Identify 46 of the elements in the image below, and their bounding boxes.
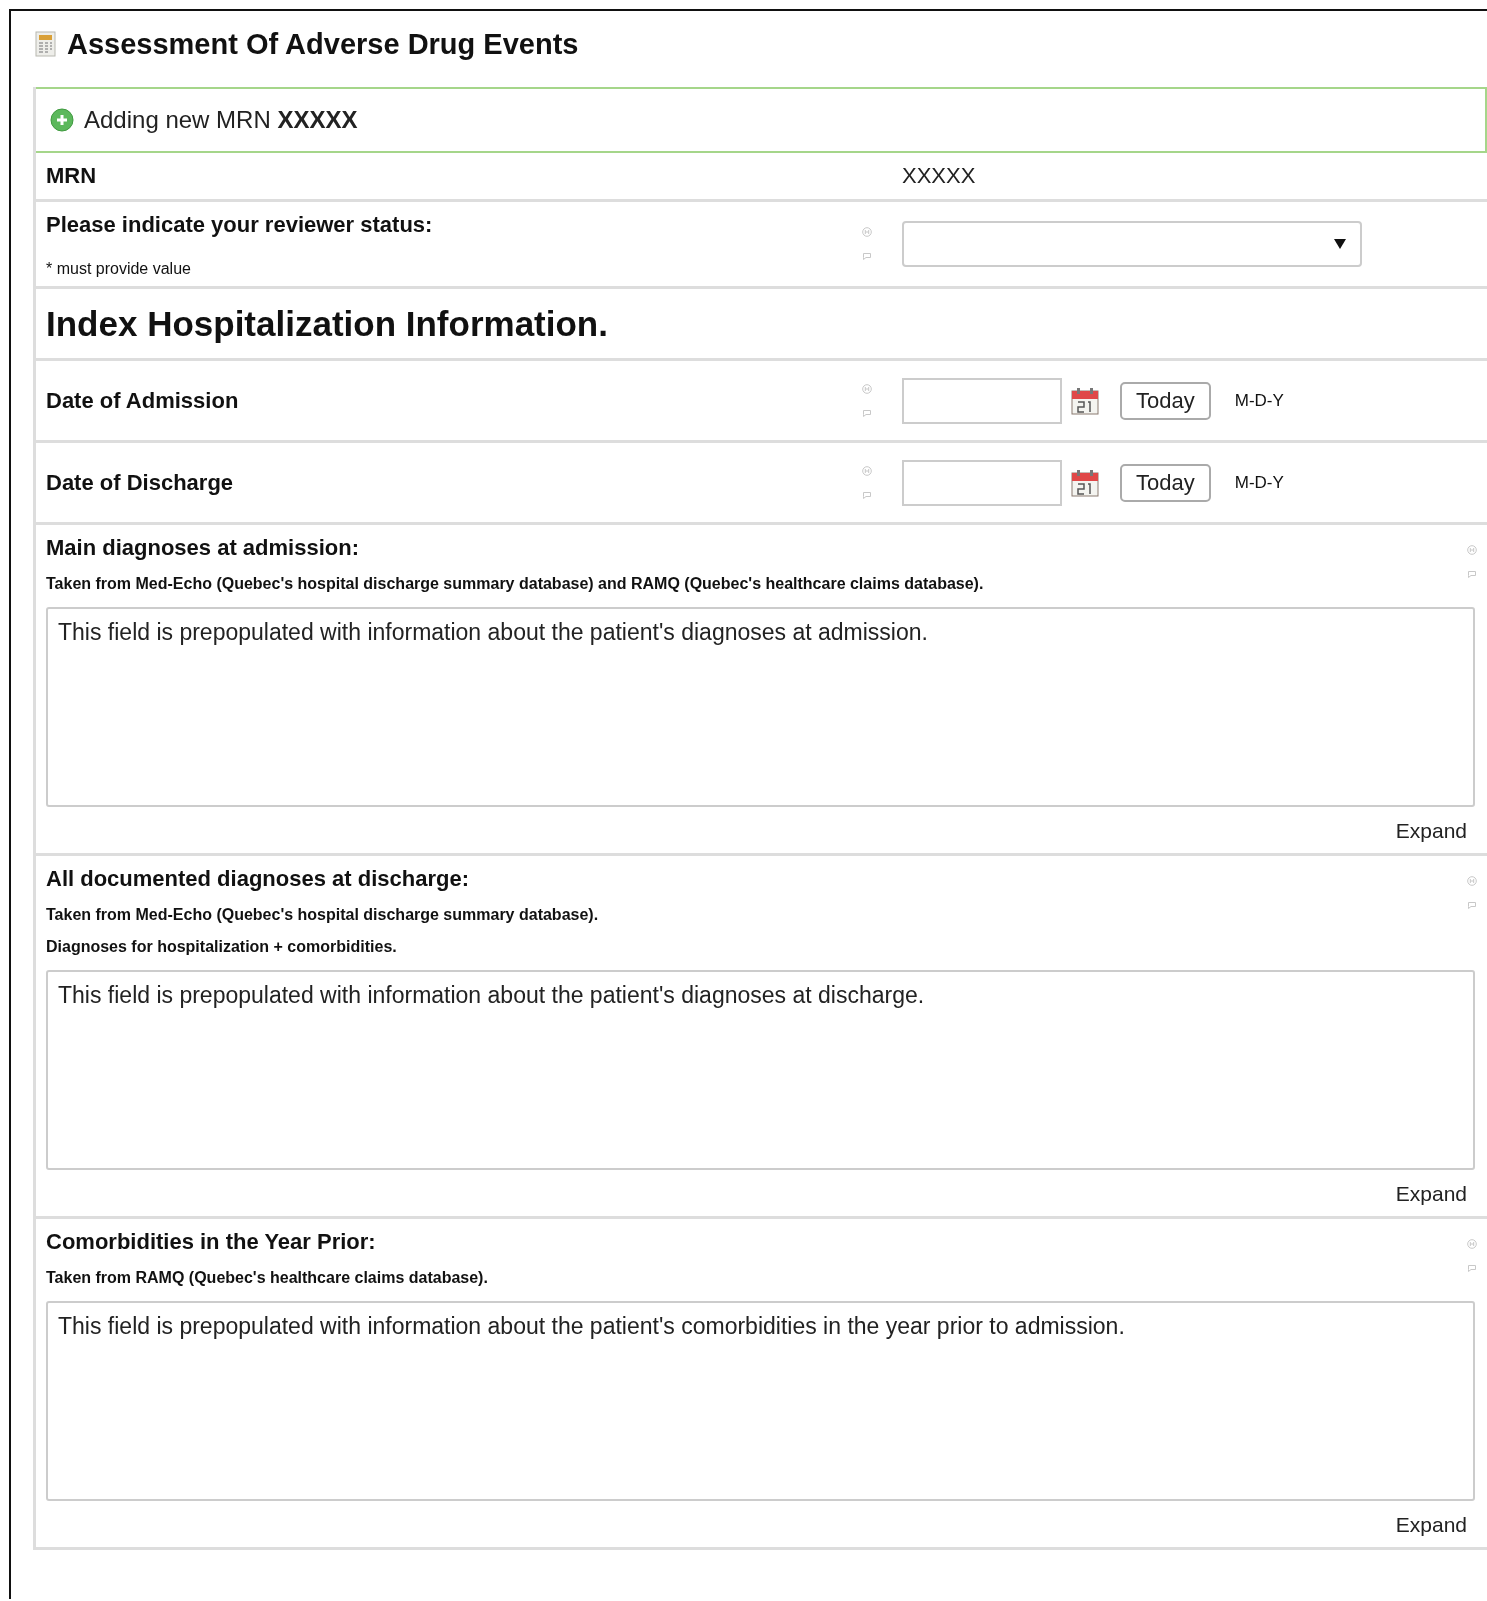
history-icon[interactable]	[1467, 1239, 1477, 1249]
history-icon[interactable]	[862, 227, 872, 237]
field-label: MRN	[46, 163, 97, 188]
comment-icon[interactable]	[1467, 900, 1477, 910]
date-format: M-D-Y	[1234, 472, 1284, 493]
field-note: Taken from Med-Echo (Quebec's hospital discharge summary database).	[46, 906, 599, 924]
comment-icon[interactable]	[1467, 569, 1477, 579]
text-area[interactable]: This field is prepopulated with information about the patient's diagnoses at admission.	[46, 607, 1475, 807]
date-input[interactable]	[902, 377, 1062, 424]
section-header: Index Hospitalization Information.	[46, 303, 608, 344]
expand-link[interactable]: Expand	[1395, 1513, 1467, 1537]
field-label: Main diagnoses at admission:	[46, 535, 360, 561]
field-note: Taken from Med-Echo (Quebec's hospital discharge summary database) and RAMQ (Quebec's healthcare claims database).	[46, 575, 984, 593]
text-area[interactable]: This field is prepopulated with information about the patient's diagnoses at discharge.	[46, 970, 1475, 1170]
dropdown-arrow-icon	[1334, 239, 1346, 249]
field-label: All documented diagnoses at discharge:	[46, 866, 470, 892]
field-note: Taken from RAMQ (Quebec's healthcare claims database).	[46, 1269, 488, 1287]
comment-icon[interactable]	[1467, 1263, 1477, 1273]
field-label: Date of Admission	[46, 387, 239, 413]
history-icon[interactable]	[862, 383, 872, 394]
form-icon	[35, 31, 57, 57]
plus-icon	[50, 108, 74, 132]
history-icon[interactable]	[862, 465, 872, 476]
comment-icon[interactable]	[862, 251, 872, 261]
history-icon[interactable]	[1467, 876, 1477, 886]
comment-icon[interactable]	[862, 407, 872, 418]
form-title: Assessment Of Adverse Drug Events	[67, 27, 579, 61]
text-area[interactable]: This field is prepopulated with information about the patient's comorbidities in the year prior to admission.	[46, 1301, 1475, 1501]
field-value: XXXXX	[902, 163, 976, 188]
expand-link[interactable]: Expand	[1395, 1182, 1467, 1206]
history-icon[interactable]	[1467, 545, 1477, 555]
today-button[interactable]: Today	[1120, 463, 1211, 502]
date-input[interactable]	[902, 459, 1062, 506]
comment-icon[interactable]	[862, 489, 872, 500]
expand-link[interactable]: Expand	[1395, 819, 1467, 843]
today-button[interactable]: Today	[1120, 381, 1211, 420]
field-label: Comorbidities in the Year Prior:	[46, 1229, 377, 1255]
calendar-icon[interactable]	[1070, 467, 1100, 498]
notice-text: Adding new MRN XXXXX	[84, 106, 358, 134]
field-label: Date of Discharge	[46, 469, 234, 495]
field-note: Diagnoses for hospitalization + comorbidities.	[46, 938, 398, 956]
field-label: Please indicate your reviewer status:	[46, 212, 434, 238]
date-format: M-D-Y	[1234, 390, 1284, 411]
required-note: * must provide value	[46, 260, 192, 278]
calendar-icon[interactable]	[1070, 385, 1100, 416]
status-dropdown[interactable]	[902, 221, 1362, 267]
